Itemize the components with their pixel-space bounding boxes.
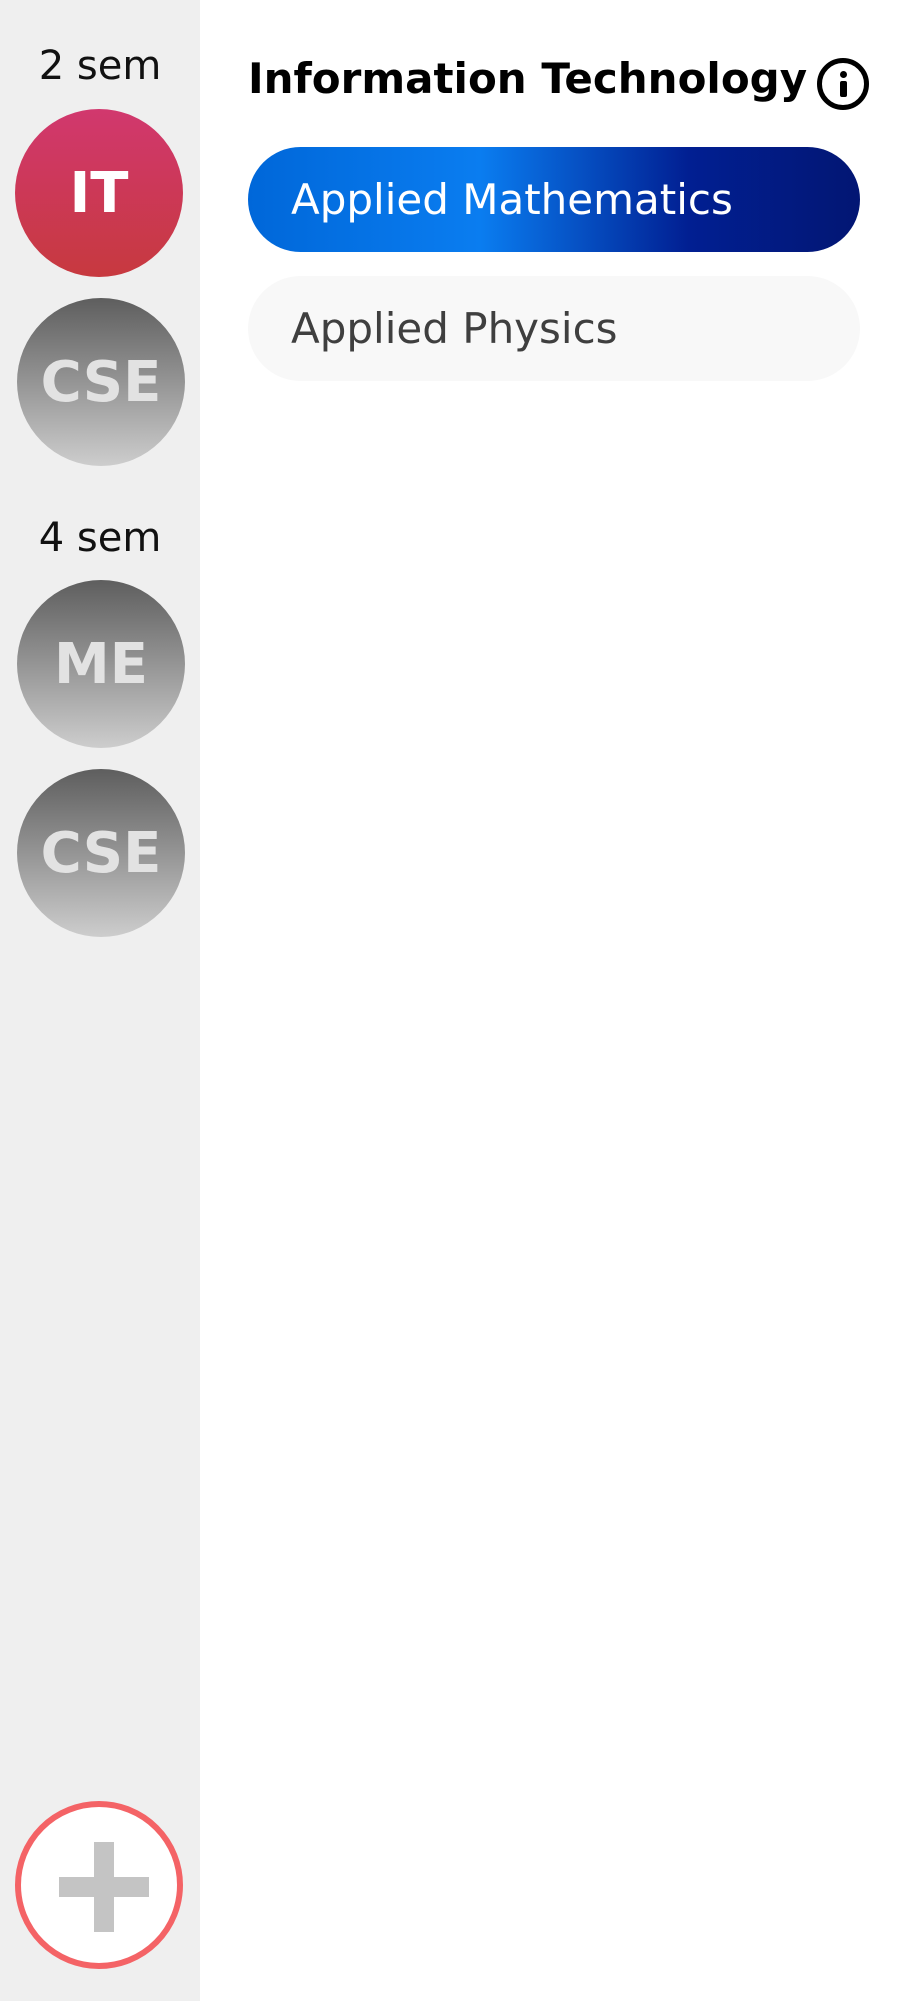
info-icon-bar — [840, 81, 847, 97]
semester-sidebar: 2 sem IT CSE 4 sem ME CSE — [0, 0, 200, 2001]
semester-label: 2 sem — [38, 43, 162, 89]
branch-avatar-cse[interactable]: CSE — [17, 769, 185, 937]
branch-avatar-cse[interactable]: CSE — [17, 298, 185, 466]
branch-avatar-it[interactable]: IT — [15, 109, 183, 277]
info-icon-dot — [840, 71, 847, 78]
plus-icon-vertical — [94, 1842, 114, 1932]
subject-item-applied-physics[interactable]: Applied Physics — [248, 276, 860, 381]
subject-item-applied-mathematics[interactable]: Applied Mathematics — [248, 147, 860, 252]
semester-label: 4 sem — [38, 515, 162, 561]
subject-label: Applied Physics — [291, 304, 618, 353]
page-title: Information Technology — [248, 54, 808, 103]
add-branch-button[interactable] — [15, 1801, 183, 1969]
main-content: Information Technology Applied Mathemati… — [200, 0, 900, 2001]
branch-avatar-me[interactable]: ME — [17, 580, 185, 748]
app-root: 2 sem IT CSE 4 sem ME CSE Information Te… — [0, 0, 900, 2001]
info-icon[interactable] — [817, 58, 869, 110]
subject-label: Applied Mathematics — [291, 175, 733, 224]
